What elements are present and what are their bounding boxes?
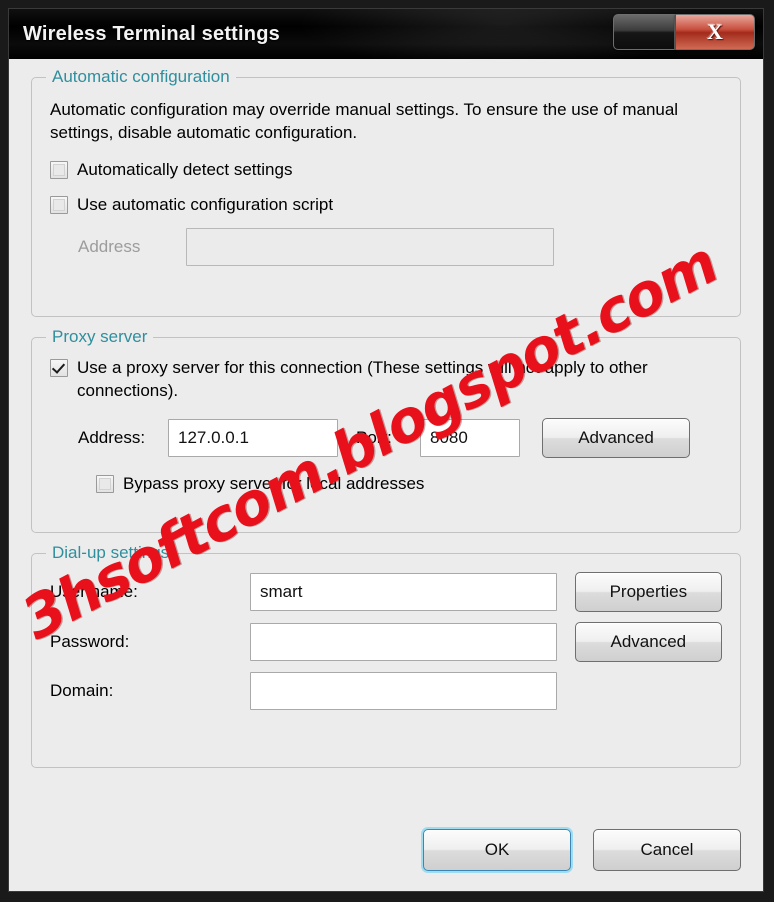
checkbox-label-bypass-proxy: Bypass proxy server for local addresses xyxy=(123,474,425,493)
window-title: Wireless Terminal settings xyxy=(23,22,280,45)
dialup-advanced-button[interactable]: Advanced xyxy=(574,622,722,662)
close-icon: X xyxy=(707,19,723,44)
row-password: Password: Advanced xyxy=(50,622,722,662)
row-script-address: Address xyxy=(78,228,722,266)
title-bar[interactable]: Wireless Terminal settings X xyxy=(9,9,763,59)
dialog-footer: OK Cancel xyxy=(423,829,741,871)
checkbox-use-configuration-script[interactable] xyxy=(50,196,68,214)
label-script-address: Address xyxy=(78,237,141,256)
checkbox-bypass-proxy[interactable] xyxy=(96,475,114,493)
checkbox-row-use-script[interactable]: Use automatic configuration script xyxy=(50,193,722,216)
group-legend-automatic-configuration: Automatic configuration xyxy=(46,67,236,87)
label-password: Password: xyxy=(50,632,130,651)
row-proxy-address-port: Address: 127.0.0.1 Port: 8080 Advanced xyxy=(78,418,722,458)
checkbox-row-use-proxy[interactable]: Use a proxy server for this connection (… xyxy=(50,356,722,402)
input-proxy-address[interactable]: 127.0.0.1 xyxy=(168,419,338,457)
dialog-window: Wireless Terminal settings X Automatic c… xyxy=(0,0,774,902)
proxy-advanced-button[interactable]: Advanced xyxy=(542,418,690,458)
dialog-body: Automatic configuration Automatic config… xyxy=(9,59,763,891)
input-domain[interactable] xyxy=(250,672,557,710)
checkbox-label-detect-settings: Automatically detect settings xyxy=(77,160,293,179)
group-proxy-server: Proxy server Use a proxy server for this… xyxy=(31,327,741,533)
label-proxy-address: Address: xyxy=(78,428,146,447)
automatic-configuration-description: Automatic configuration may override man… xyxy=(50,100,679,142)
row-username: User name: smart Properties xyxy=(50,572,722,612)
ok-button[interactable]: OK xyxy=(423,829,571,871)
label-proxy-port: Port: xyxy=(356,428,392,447)
checkbox-label-use-configuration-script: Use automatic configuration script xyxy=(77,195,334,214)
minimize-button[interactable] xyxy=(613,14,675,50)
row-domain: Domain: xyxy=(50,672,722,710)
checkbox-label-use-proxy-server: Use a proxy server for this connection (… xyxy=(77,358,648,400)
group-legend-dialup-settings: Dial-up settings xyxy=(46,543,176,563)
close-button[interactable]: X xyxy=(675,14,755,50)
label-username: User name: xyxy=(50,582,138,601)
checkbox-row-detect-settings[interactable]: Automatically detect settings xyxy=(50,158,722,181)
checkbox-row-bypass-proxy[interactable]: Bypass proxy server for local addresses xyxy=(96,472,722,495)
properties-button[interactable]: Properties xyxy=(574,572,722,612)
input-script-address[interactable] xyxy=(186,228,554,266)
input-proxy-port[interactable]: 8080 xyxy=(420,419,520,457)
input-username[interactable]: smart xyxy=(250,573,557,611)
checkbox-use-proxy-server[interactable] xyxy=(50,359,68,377)
input-password[interactable] xyxy=(250,623,557,661)
group-dialup-settings: Dial-up settings User name: smart Proper… xyxy=(31,543,741,768)
cancel-button[interactable]: Cancel xyxy=(593,829,741,871)
group-automatic-configuration: Automatic configuration Automatic config… xyxy=(31,67,741,317)
checkbox-detect-settings[interactable] xyxy=(50,161,68,179)
window-inner: Wireless Terminal settings X Automatic c… xyxy=(8,8,764,892)
title-bar-buttons: X xyxy=(613,14,755,50)
label-domain: Domain: xyxy=(50,681,114,700)
group-legend-proxy-server: Proxy server xyxy=(46,327,154,347)
